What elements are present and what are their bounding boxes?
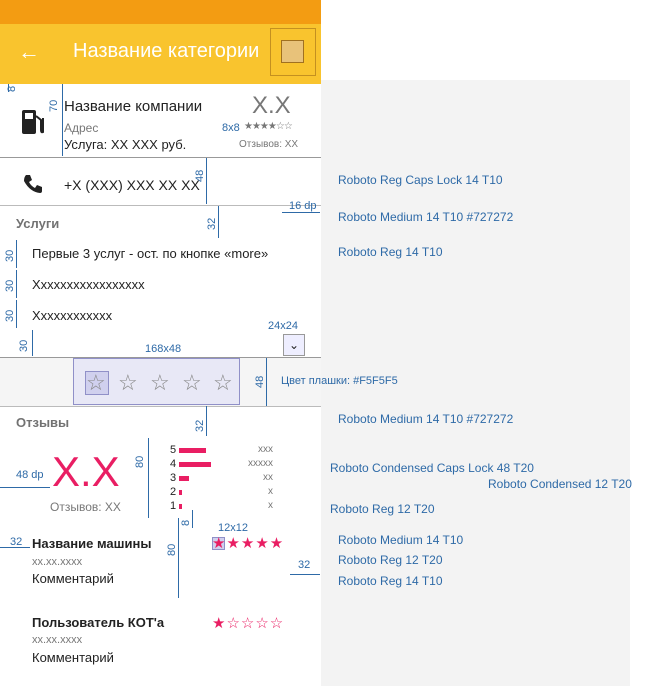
dim-line: [0, 487, 50, 488]
dim-line: [290, 574, 320, 575]
dist-count: x: [268, 486, 273, 497]
dim-line: [266, 358, 267, 406]
note: Roboto Medium 14 T10 #727272: [338, 412, 514, 426]
review-count: Отзывов: XX: [50, 500, 121, 514]
dist-count: xxx: [258, 444, 273, 455]
service-item: Xxxxxxxxxxxx: [32, 308, 113, 323]
dim-line: [62, 84, 63, 156]
dim-label: 70: [48, 99, 60, 112]
review-stars: ★★★★★: [212, 535, 285, 552]
dim-label: 80: [166, 543, 178, 556]
review-stars: ★☆☆☆☆: [212, 615, 285, 632]
arrow-left-icon[interactable]: ←: [18, 38, 40, 66]
dim-label: 80: [134, 455, 146, 468]
dim-label: 32: [206, 217, 218, 230]
dim-label: 48: [194, 169, 206, 182]
note: Roboto Reg Caps Lock 14 T10: [338, 173, 503, 187]
dim-label: 32: [194, 419, 206, 432]
dim-label: 8: [180, 519, 192, 526]
page-title: Название категории: [73, 40, 260, 62]
dist-bar: [179, 504, 182, 509]
dim-line: [218, 206, 219, 238]
review-comment: Комментарий: [32, 571, 114, 586]
divider: [0, 205, 321, 206]
dim-label: 12x12: [218, 522, 248, 534]
star-icon[interactable]: ☆: [182, 372, 202, 394]
company-service: Услуга: XX XXX руб.: [64, 137, 187, 152]
status-bar: [0, 0, 321, 24]
review-date: xx.xx.xxxx: [32, 634, 83, 646]
reviews-header: Отзывы: [16, 415, 70, 430]
dim-label: 30: [4, 309, 16, 322]
note: Roboto Medium 14 T10 #727272: [338, 210, 514, 224]
company-reviews: Отзывов: XX: [239, 139, 299, 150]
dim-label: 32: [10, 536, 23, 548]
star-icon[interactable]: ☆: [150, 372, 170, 394]
phone-icon: [24, 175, 42, 193]
dist-count: xxxxx: [248, 458, 273, 469]
divider: [0, 157, 321, 158]
dim-line: [16, 270, 17, 298]
dist-label: 4: [170, 458, 177, 470]
dim-line: [206, 158, 207, 204]
dim-label: 8: [6, 85, 18, 92]
note: Roboto Reg 12 T20: [330, 502, 435, 516]
dist-bar: [179, 448, 206, 453]
services-header: Услуги: [16, 216, 60, 231]
company-address: Адрес: [64, 121, 99, 135]
dim-line: [148, 438, 149, 518]
note: Roboto Condensed 12 T20: [488, 477, 632, 491]
service-item: Xxxxxxxxxxxxxxxxx: [32, 277, 145, 292]
note: Roboto Reg 14 T10: [338, 574, 443, 588]
star-icon[interactable]: ☆: [213, 372, 233, 394]
note: Цвет плашки: #F5F5F5: [281, 375, 398, 387]
dist-label: 1: [170, 500, 177, 512]
note: Roboto Medium 14 T10: [338, 533, 464, 547]
dim-line: [206, 406, 207, 436]
dim-line: [16, 300, 17, 328]
dim-line: [16, 240, 17, 268]
company-stars: ★★★★☆☆: [244, 121, 293, 132]
dim-label: 168x48: [145, 343, 182, 355]
dist-label: 3: [170, 472, 177, 484]
star-size-label: 8x8: [222, 122, 240, 134]
action-icon[interactable]: [281, 40, 304, 63]
phone-number[interactable]: +X (XXX) XXX XX XX: [64, 177, 200, 193]
chevron-down-icon[interactable]: ⌄: [283, 334, 305, 356]
review-author: Пользователь КОТ'а: [32, 615, 165, 630]
dim-line: [32, 330, 33, 356]
dim-label: 30: [4, 279, 16, 292]
star-icon[interactable]: ☆: [86, 372, 106, 394]
service-item: Первые 3 услуг - ост. по кнопке «more»: [32, 246, 269, 261]
dim-line: [192, 510, 193, 528]
dim-label: 48: [254, 375, 266, 388]
note: Roboto Condensed Caps Lock 48 T20: [330, 461, 534, 475]
star-icon[interactable]: ☆: [118, 372, 138, 394]
divider: [0, 406, 321, 407]
dim-label: 48 dp: [16, 469, 44, 481]
review-score: X.X: [52, 448, 120, 495]
note: Roboto Reg 12 T20: [338, 553, 443, 567]
dim-label: 30: [4, 249, 16, 262]
dist-count: x: [268, 500, 273, 511]
dim-label: 24x24: [268, 320, 298, 332]
dist-label: 5: [170, 444, 177, 456]
review-comment: Комментарий: [32, 650, 114, 665]
dist-bar: [179, 490, 182, 495]
dim-label: 32: [298, 559, 311, 571]
company-name: Название компании: [64, 98, 203, 115]
dim-line: [178, 518, 179, 598]
gas-station-icon: [22, 110, 44, 134]
dim-line: [282, 212, 320, 213]
dim-label: 30: [18, 339, 30, 352]
company-rating: X.X: [252, 92, 291, 119]
dist-count: xx: [263, 472, 273, 483]
dist-bar: [179, 476, 189, 481]
review-author: Название машины: [32, 536, 152, 551]
dist-bar: [179, 462, 211, 467]
review-date: xx.xx.xxxx: [32, 556, 83, 568]
dist-label: 2: [170, 486, 177, 498]
dim-label: 16 dp: [289, 200, 317, 212]
note: Roboto Reg 14 T10: [338, 245, 443, 259]
